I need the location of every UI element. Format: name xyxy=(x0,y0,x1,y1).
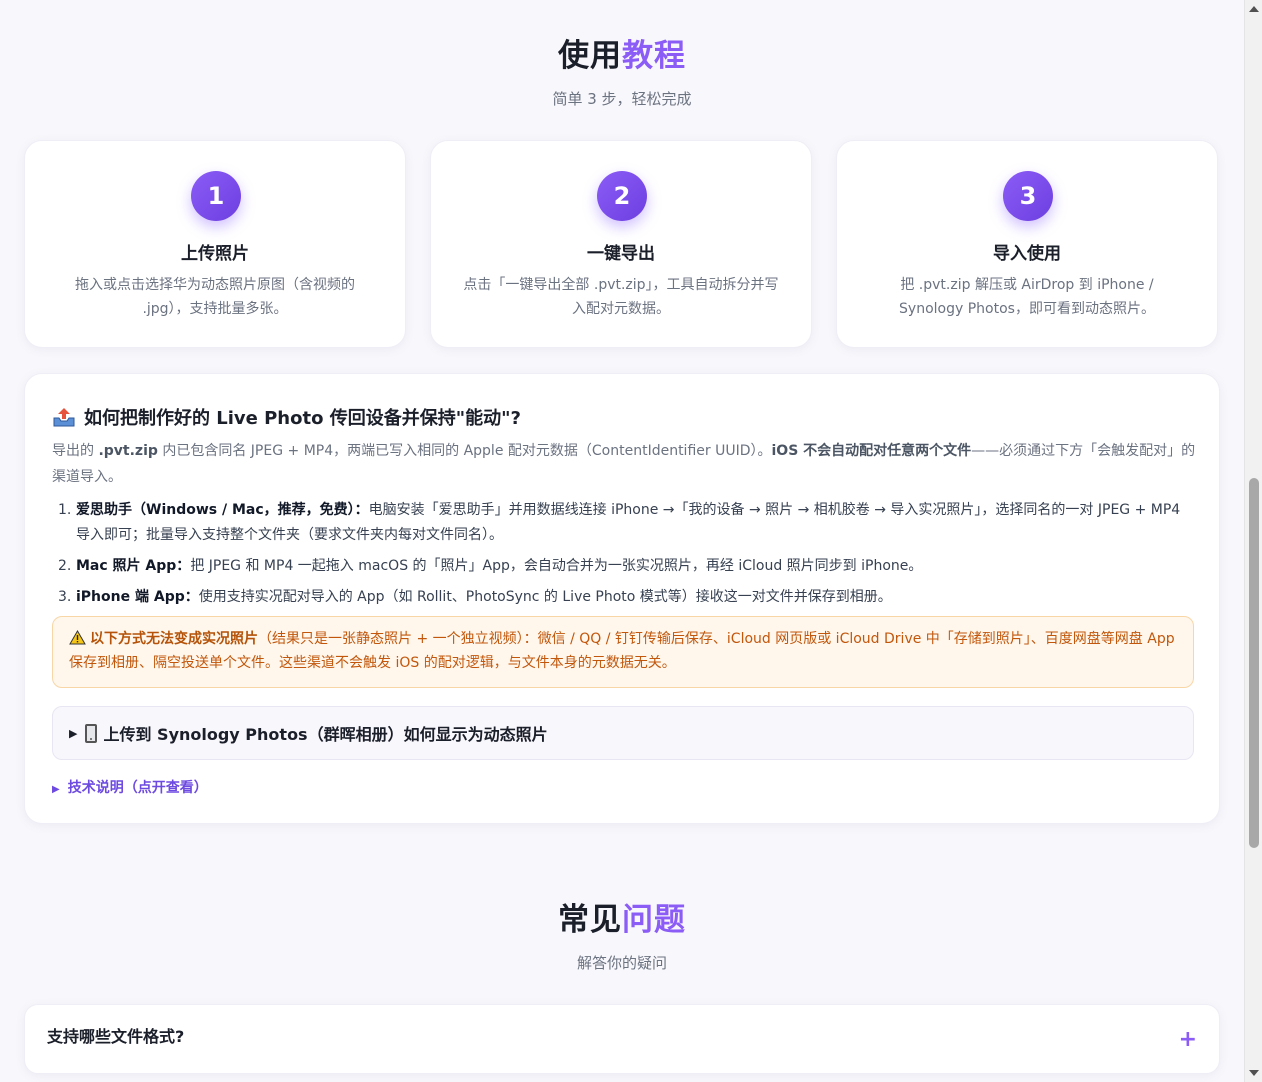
faq-title-main: 常见 xyxy=(558,902,622,938)
vertical-scrollbar[interactable] xyxy=(1244,0,1262,1082)
intro-text: 导出的 xyxy=(52,443,99,459)
triangle-right-icon: ▶ xyxy=(52,784,60,795)
guide-title-text: 如何把制作好的 Live Photo 传回设备并保持"能动"? xyxy=(84,408,521,429)
warning-heading: 以下方式无法变成实况照片 xyxy=(90,631,258,647)
step-title: 导入使用 xyxy=(993,244,1061,264)
tech-toggle-label: 技术说明（点开查看） xyxy=(67,780,208,796)
faq-title: 常见问题 xyxy=(0,894,1244,939)
step-number: 3 xyxy=(1003,171,1053,221)
step-number: 1 xyxy=(191,171,241,221)
plus-icon[interactable]: + xyxy=(1179,1027,1197,1052)
list-item: 3. iPhone 端 App：使用支持实况配对导入的 App（如 Rollit、… xyxy=(52,585,1196,610)
step-number: 2 xyxy=(597,171,647,221)
list-item-heading: 爱思助手（Windows / Mac，推荐，免费）： xyxy=(76,502,369,518)
list-item: 1. 爱思助手（Windows / Mac，推荐，免费）：电脑安装「爱思助手」并用… xyxy=(52,498,1196,548)
list-item-heading: iPhone 端 App： xyxy=(76,589,199,605)
step-card-upload: 1 上传照片 拖入或点击选择华为动态照片原图（含视频的 .jpg），支持批量多张… xyxy=(24,140,406,348)
intro-file-ext: .pvt.zip xyxy=(98,443,158,459)
faq-subtitle: 解答你的疑问 xyxy=(576,954,667,972)
triangle-right-icon: ▶ xyxy=(69,726,78,740)
page: 使用教程 简单 3 步，轻松完成 1 上传照片 拖入或点击选择华为动态照片原图（… xyxy=(0,0,1244,1082)
synology-details-toggle[interactable]: ▶ 上传到 Synology Photos（群晖相册）如何显示为动态照片 xyxy=(52,706,1194,760)
step-description: 把 .pvt.zip 解压或 AirDrop 到 iPhone / Synolo… xyxy=(899,277,1155,317)
guide-title: 如何把制作好的 Live Photo 传回设备并保持"能动"? xyxy=(52,404,521,430)
synology-toggle-label: 上传到 Synology Photos（群晖相册）如何显示为动态照片 xyxy=(103,725,548,744)
step-description: 点击「一键导出全部 .pvt.zip」，工具自动拆分并写入配对元数据。 xyxy=(463,277,779,317)
transfer-guide-card: 如何把制作好的 Live Photo 传回设备并保持"能动"? 导出的 .pvt… xyxy=(24,373,1220,824)
tutorial-title-accent: 教程 xyxy=(622,38,686,74)
intro-text: 内已包含同名 JPEG + MP4，两端已写入相同的 Apple 配对元数据（C… xyxy=(157,443,772,459)
faq-question: 支持哪些文件格式? xyxy=(47,1027,185,1046)
tutorial-title-main: 使用 xyxy=(558,38,622,74)
tutorial-subtitle: 简单 3 步，轻松完成 xyxy=(552,90,692,108)
list-item-heading: Mac 照片 App： xyxy=(76,558,191,574)
tech-details-toggle[interactable]: ▶ 技术说明（点开查看） xyxy=(52,777,208,797)
warning-icon xyxy=(69,630,86,645)
intro-emphasis: iOS 不会自动配对任意两个文件 xyxy=(771,443,972,459)
guide-intro: 导出的 .pvt.zip 内已包含同名 JPEG + MP4，两端已写入相同的 … xyxy=(52,438,1196,490)
list-item: 2. Mac 照片 App：把 JPEG 和 MP4 一起拖入 macOS 的「照… xyxy=(52,554,1196,579)
tutorial-title: 使用教程 xyxy=(0,30,1244,75)
import-methods-list: 1. 爱思助手（Windows / Mac，推荐，免费）：电脑安装「爱思助手」并用… xyxy=(52,498,1196,616)
step-card-import: 3 导入使用 把 .pvt.zip 解压或 AirDrop 到 iPhone /… xyxy=(836,140,1218,348)
scroll-up-arrow-icon[interactable] xyxy=(1249,6,1259,12)
faq-item[interactable]: 支持哪些文件格式? + xyxy=(24,1004,1220,1074)
scroll-down-arrow-icon[interactable] xyxy=(1249,1070,1259,1076)
list-item-text: 使用支持实况配对导入的 App（如 Rollit、PhotoSync 的 Liv… xyxy=(198,589,892,605)
step-card-export: 2 一键导出 点击「一键导出全部 .pvt.zip」，工具自动拆分并写入配对元数… xyxy=(430,140,812,348)
mobile-phone-icon xyxy=(85,723,98,743)
list-item-number: 2. xyxy=(58,558,72,574)
list-item-number: 1. xyxy=(58,502,72,518)
warning-box: 以下方式无法变成实况照片（结果只是一张静态照片 + 一个独立视频）：微信 / Q… xyxy=(52,616,1194,688)
step-title: 上传照片 xyxy=(181,244,249,264)
scrollbar-thumb[interactable] xyxy=(1249,478,1259,848)
list-item-text: 把 JPEG 和 MP4 一起拖入 macOS 的「照片」App，会自动合并为一… xyxy=(190,558,923,574)
list-item-number: 3. xyxy=(58,589,72,605)
step-description: 拖入或点击选择华为动态照片原图（含视频的 .jpg），支持批量多张。 xyxy=(75,277,355,317)
outbox-tray-icon xyxy=(53,408,75,427)
faq-title-accent: 问题 xyxy=(622,902,686,938)
step-title: 一键导出 xyxy=(587,244,655,264)
